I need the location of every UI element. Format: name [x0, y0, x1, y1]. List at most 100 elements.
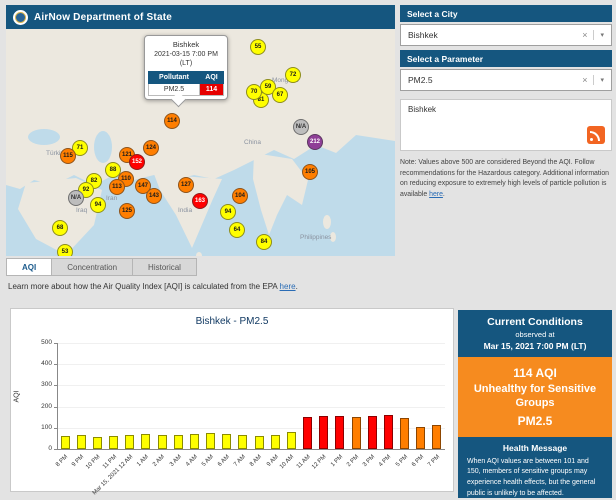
x-axis-label: 8 AM — [249, 454, 263, 468]
chevron-down-icon[interactable]: ▾ — [594, 76, 604, 84]
y-tick-mark — [54, 407, 57, 408]
aqi-marker[interactable]: N/A — [68, 190, 84, 206]
y-tick-mark — [54, 343, 57, 344]
learn-more-text: Learn more about how the Air Quality Ind… — [8, 282, 298, 291]
aqi-marker[interactable]: 55 — [250, 39, 266, 55]
chart-bar[interactable] — [190, 434, 199, 449]
popup-city: Bishkek — [148, 40, 224, 49]
learn-more-link[interactable]: here — [280, 282, 296, 291]
chart-bar[interactable] — [206, 433, 215, 449]
chart-bar[interactable] — [335, 416, 344, 449]
x-axis-label: 9 AM — [266, 454, 280, 468]
chart-bar[interactable] — [319, 416, 328, 449]
aqi-category: Unhealthy for Sensitive Groups — [464, 380, 606, 414]
parameter-select-value: PM2.5 — [408, 75, 433, 85]
chart-bar[interactable] — [109, 436, 118, 449]
health-message-text: When AQI values are between 101 and 150,… — [458, 457, 612, 499]
y-tick-mark — [54, 364, 57, 365]
aqi-marker[interactable]: 113 — [109, 179, 125, 195]
chart-bar[interactable] — [158, 435, 167, 449]
city-select-value: Bishkek — [408, 30, 438, 40]
rss-icon[interactable] — [587, 126, 605, 144]
chart-bar[interactable] — [352, 417, 361, 449]
x-axis-label: 7 PM — [427, 454, 441, 468]
chart-bar[interactable] — [368, 416, 377, 449]
aqi-marker[interactable]: 143 — [146, 188, 162, 204]
clear-icon[interactable]: × — [582, 30, 594, 40]
tab-concentration[interactable]: Concentration — [52, 258, 133, 276]
aqi-marker[interactable]: 68 — [52, 220, 68, 236]
chart-bar[interactable] — [222, 434, 231, 449]
x-axis-label: 6 AM — [217, 454, 231, 468]
x-axis-label: 3 AM — [169, 454, 183, 468]
popup-pollutant-value: PM2.5 — [149, 84, 200, 96]
chart-bar[interactable] — [400, 418, 409, 449]
current-conditions-title: Current Conditions — [458, 310, 612, 328]
map[interactable]: TürkiyeIraqIranIndiaChinaMongoliaPhilipp… — [6, 29, 395, 256]
popup-col-pollutant: Pollutant — [149, 72, 200, 84]
tab-aqi[interactable]: AQI — [6, 258, 52, 276]
popup-datetime: 2021-03-15 7:00 PM (LT) — [148, 50, 224, 68]
chart-bar[interactable] — [174, 435, 183, 449]
chevron-down-icon[interactable]: ▾ — [594, 31, 604, 39]
chart-panel: Bishkek - PM2.5 AQI 01002003004005008 PM… — [10, 308, 454, 492]
tab-bar: AQI Concentration Historical — [6, 258, 197, 276]
aqi-marker[interactable]: 152 — [129, 154, 145, 170]
x-axis-label: 3 PM — [362, 454, 376, 468]
aqi-marker[interactable]: 53 — [57, 244, 73, 256]
aqi-marker[interactable]: 212 — [307, 134, 323, 150]
note-after: . — [443, 191, 445, 198]
x-axis-label: 10 PM — [85, 454, 102, 471]
y-tick-label: 400 — [33, 360, 52, 367]
parameter-select[interactable]: PM2.5 × ▾ — [400, 69, 612, 91]
chart-bar[interactable] — [432, 425, 441, 449]
aqi-marker[interactable]: N/A — [293, 119, 309, 135]
chart-bar[interactable] — [93, 437, 102, 449]
y-tick-mark — [54, 385, 57, 386]
aqi-marker[interactable]: 114 — [164, 113, 180, 129]
app-title: AirNow Department of State — [34, 12, 172, 23]
chart-bar[interactable] — [125, 435, 134, 449]
x-axis-label: 10 AM — [279, 454, 295, 470]
map-country-label: Philippines — [300, 234, 331, 241]
gridline — [58, 343, 445, 344]
aqi-marker[interactable]: 127 — [178, 177, 194, 193]
aqi-marker[interactable]: 67 — [272, 87, 288, 103]
x-axis-label: 11 AM — [296, 454, 312, 470]
city-select[interactable]: Bishkek × ▾ — [400, 24, 612, 46]
aqi-marker[interactable]: 105 — [302, 164, 318, 180]
aqi-marker[interactable]: 72 — [285, 67, 301, 83]
chart-bar[interactable] — [141, 434, 150, 449]
y-tick-label: 300 — [33, 381, 52, 388]
x-axis-label: 9 PM — [71, 454, 85, 468]
x-axis-label: 4 PM — [379, 454, 393, 468]
aqi-marker[interactable]: 64 — [229, 222, 245, 238]
aqi-pollutant: PM2.5 — [464, 414, 606, 428]
map-country-label: India — [178, 207, 192, 214]
chart-bar[interactable] — [255, 436, 264, 449]
x-axis-label: 6 PM — [411, 454, 425, 468]
aqi-marker[interactable]: 124 — [143, 140, 159, 156]
y-tick-mark — [54, 449, 57, 450]
chart-bar[interactable] — [77, 435, 86, 449]
aqi-summary-box: 114 AQI Unhealthy for Sensitive Groups P… — [458, 357, 612, 437]
chart-bar[interactable] — [384, 415, 393, 449]
chart-bar[interactable] — [416, 427, 425, 449]
chart-bar[interactable] — [303, 417, 312, 449]
chart-bar[interactable] — [61, 436, 70, 449]
aqi-marker[interactable]: 94 — [220, 204, 236, 220]
chart-bar[interactable] — [238, 435, 247, 449]
aqi-marker[interactable]: 84 — [256, 234, 272, 250]
aqi-marker[interactable]: 125 — [119, 203, 135, 219]
chart-bar[interactable] — [287, 432, 296, 449]
aqi-marker[interactable]: 163 — [192, 193, 208, 209]
aqi-marker[interactable]: 94 — [90, 197, 106, 213]
aqi-marker[interactable]: 104 — [232, 188, 248, 204]
chart-bar[interactable] — [271, 435, 280, 449]
map-popup: Bishkek 2021-03-15 7:00 PM (LT) Pollutan… — [144, 35, 228, 100]
tab-historical[interactable]: Historical — [133, 258, 197, 276]
gridline — [58, 364, 445, 365]
note-link[interactable]: here — [429, 191, 443, 198]
aqi-marker[interactable]: 115 — [60, 148, 76, 164]
clear-icon[interactable]: × — [582, 75, 594, 85]
